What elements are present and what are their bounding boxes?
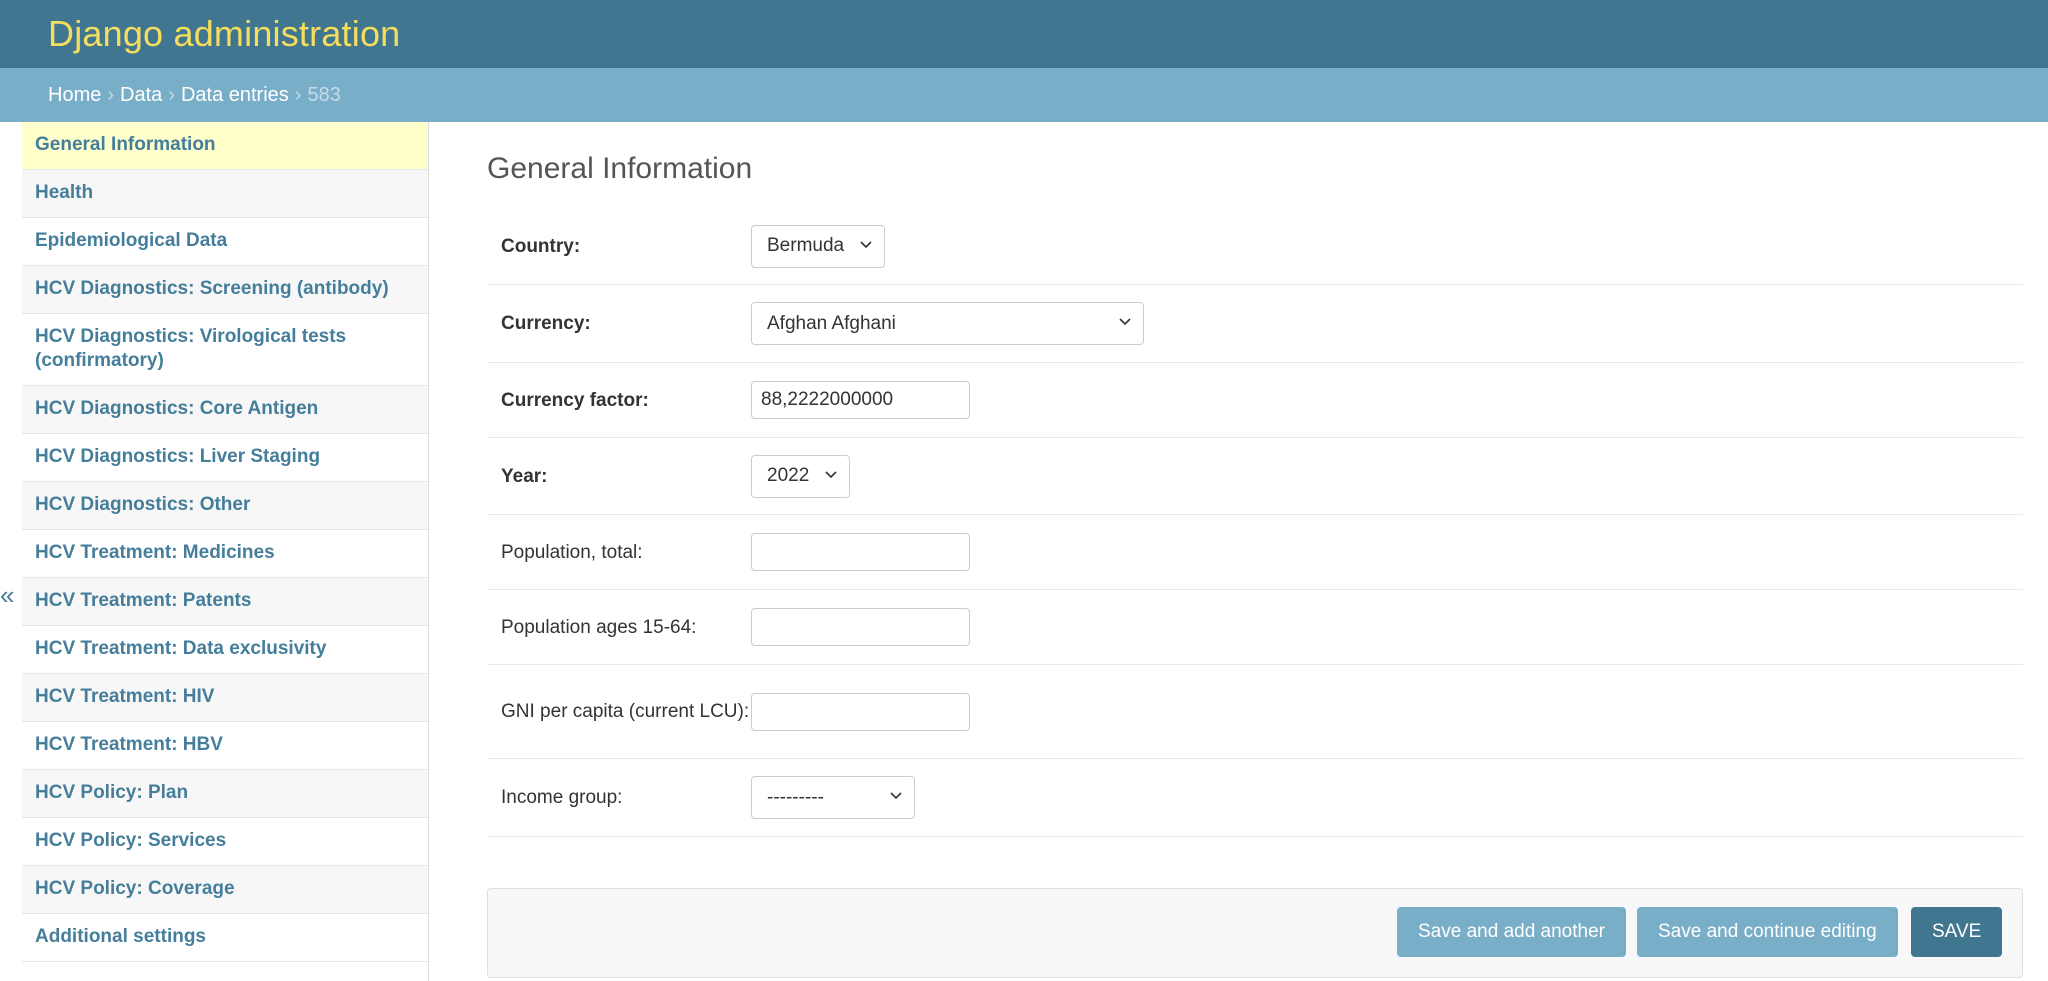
breadcrumb-separator: › [168, 83, 175, 106]
sidebar-item-additional-settings[interactable]: Additional settings [22, 914, 428, 962]
gni-label: GNI per capita (current LCU): [501, 701, 750, 722]
population-15-64-input[interactable] [751, 608, 970, 646]
main-content: General Information Country: Bermuda Cur… [487, 122, 2023, 981]
form-row-year: Year: 2022 [487, 438, 2023, 515]
sidebar-item-diagnostics-other[interactable]: HCV Diagnostics: Other [22, 482, 428, 530]
income-group-label: Income group: [501, 787, 623, 808]
sidebar-item-treatment-patents[interactable]: HCV Treatment: Patents [22, 578, 428, 626]
save-button[interactable]: SAVE [1911, 907, 2003, 957]
submit-row: Save and add another Save and continue e… [487, 888, 2023, 978]
collapse-sidebar-icon[interactable]: « [0, 582, 14, 608]
site-title[interactable]: Django administration [48, 13, 400, 55]
currency-select-value: Afghan Afghani [767, 312, 896, 334]
form-row-income-group: Income group: --------- [487, 759, 2023, 837]
form-row-currency-factor: Currency factor: [487, 363, 2023, 438]
sidebar-item-diagnostics-liver-staging[interactable]: HCV Diagnostics: Liver Staging [22, 434, 428, 482]
form-row-population-total: Population, total: [487, 515, 2023, 590]
sidebar-item-policy-services[interactable]: HCV Policy: Services [22, 818, 428, 866]
year-label: Year: [501, 465, 548, 487]
sidebar-item-diagnostics-virological[interactable]: HCV Diagnostics: Virological tests (conf… [22, 314, 428, 386]
breadcrumb-data[interactable]: Data [120, 84, 162, 107]
currency-label: Currency: [501, 313, 591, 334]
sidebar-item-policy-plan[interactable]: HCV Policy: Plan [22, 770, 428, 818]
sidebar-item-general-information[interactable]: General Information [22, 122, 428, 170]
breadcrumb-current: 583 [307, 83, 341, 106]
sidebar-item-policy-coverage[interactable]: HCV Policy: Coverage [22, 866, 428, 914]
breadcrumb: Home › Data › Data entries › 583 [0, 68, 2048, 122]
country-select-value: Bermuda [767, 235, 845, 256]
save-and-add-another-button[interactable]: Save and add another [1397, 907, 1626, 957]
currency-select[interactable]: Afghan Afghani [751, 302, 1144, 345]
form-row-population-15-64: Population ages 15-64: [487, 590, 2023, 665]
chevron-down-icon [825, 470, 837, 478]
sidebar-item-treatment-medicines[interactable]: HCV Treatment: Medicines [22, 530, 428, 578]
chevron-down-icon [860, 240, 872, 248]
sidebar-item-diagnostics-screening[interactable]: HCV Diagnostics: Screening (antibody) [22, 266, 428, 314]
currency-factor-label: Currency factor: [501, 389, 649, 411]
sidebar-item-treatment-hiv[interactable]: HCV Treatment: HIV [22, 674, 428, 722]
breadcrumb-home[interactable]: Home [48, 84, 101, 107]
chevron-down-icon [890, 792, 902, 800]
sidebar: General Information Health Epidemiologic… [22, 122, 429, 981]
breadcrumb-separator: › [294, 83, 302, 106]
page-title: General Information [487, 152, 753, 185]
sidebar-item-treatment-data-exclusivity[interactable]: HCV Treatment: Data exclusivity [22, 626, 428, 674]
save-and-continue-editing-button[interactable]: Save and continue editing [1637, 907, 1898, 957]
population-15-64-label: Population ages 15-64: [501, 616, 697, 638]
chevron-down-icon [1119, 318, 1131, 326]
breadcrumb-data-entries[interactable]: Data entries [181, 84, 289, 107]
country-select[interactable]: Bermuda [751, 224, 886, 268]
income-group-select[interactable]: --------- [751, 776, 915, 819]
sidebar-item-epidemiological-data[interactable]: Epidemiological Data [22, 218, 428, 266]
form-row-currency: Currency: Afghan Afghani [487, 285, 2023, 363]
sidebar-item-health[interactable]: Health [22, 170, 428, 218]
year-select[interactable]: 2022 [751, 454, 851, 498]
country-label: Country: [501, 235, 581, 257]
currency-factor-input[interactable] [751, 381, 970, 419]
population-total-input[interactable] [751, 533, 970, 571]
year-select-value: 2022 [767, 465, 810, 486]
site-header: Django administration [0, 0, 2048, 68]
population-total-label: Population, total: [501, 541, 643, 563]
form-row-gni: GNI per capita (current LCU): [487, 665, 2023, 759]
sidebar-item-treatment-hbv[interactable]: HCV Treatment: HBV [22, 722, 428, 770]
sidebar-item-diagnostics-core-antigen[interactable]: HCV Diagnostics: Core Antigen [22, 386, 428, 434]
entry-form: Country: Bermuda Currency: Afghan Afghan… [487, 208, 2023, 837]
gni-input[interactable] [751, 692, 970, 731]
breadcrumb-separator: › [107, 83, 115, 106]
form-row-country: Country: Bermuda [487, 208, 2023, 285]
income-group-select-value: --------- [767, 786, 824, 808]
